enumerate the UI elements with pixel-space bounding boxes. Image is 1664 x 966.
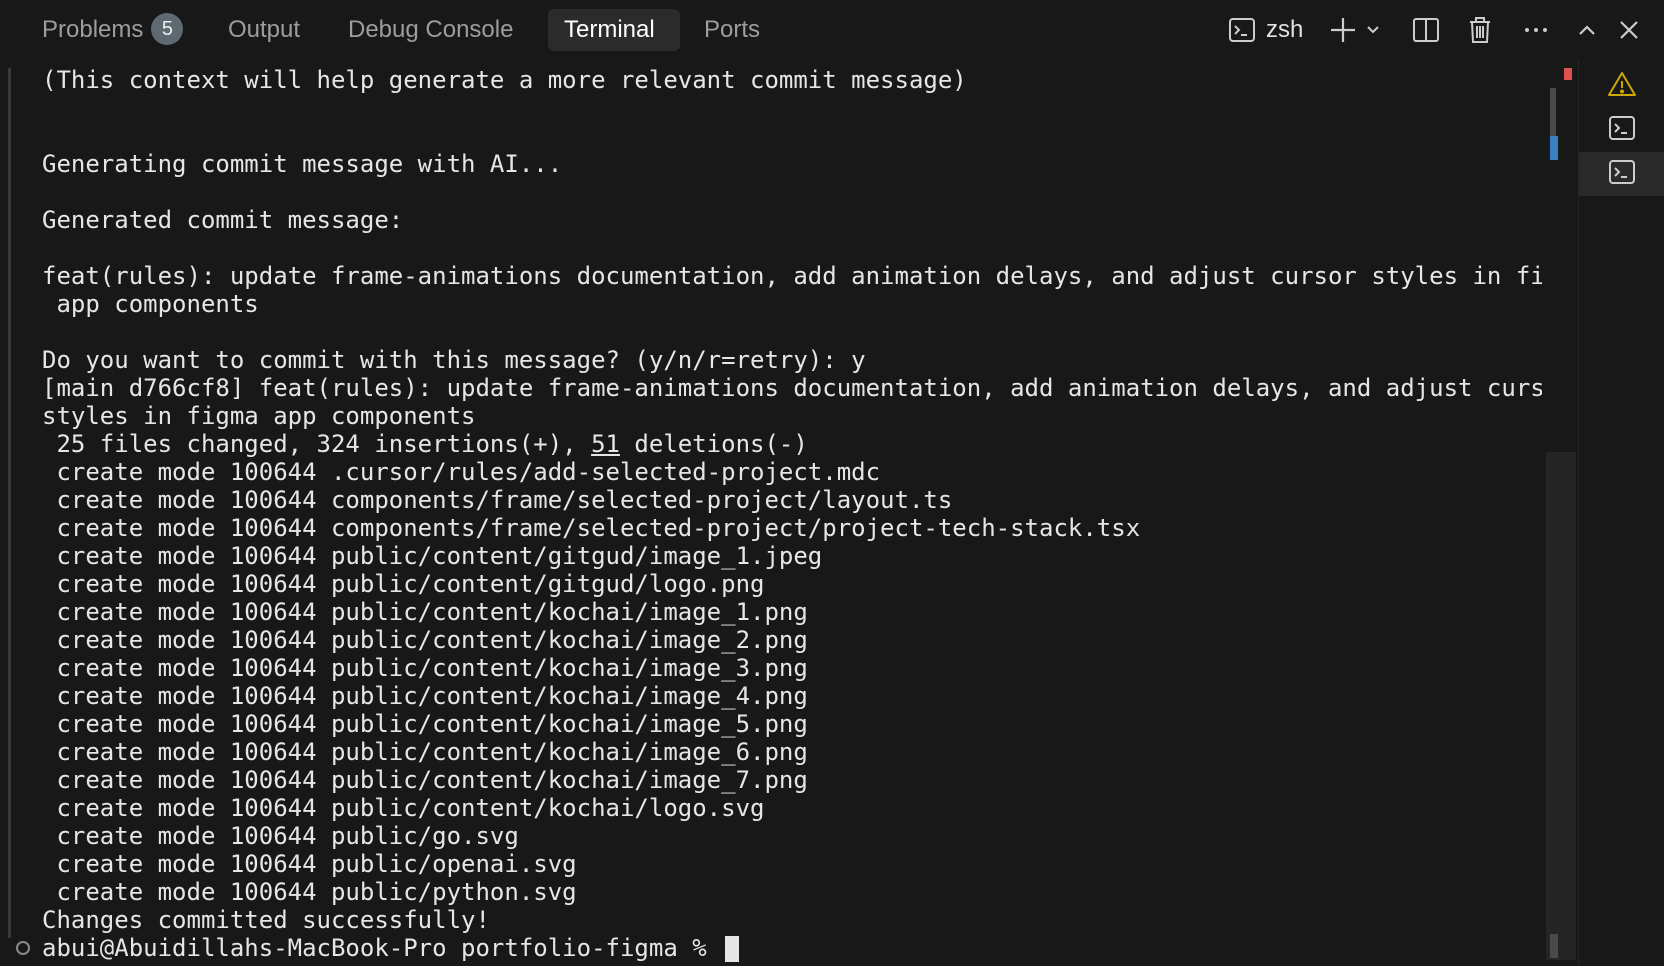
chevron-down-icon bbox=[1366, 25, 1380, 35]
new-terminal-button[interactable] bbox=[1326, 12, 1360, 48]
plus-icon bbox=[1329, 16, 1357, 44]
split-icon bbox=[1412, 17, 1440, 43]
overview-error-marker bbox=[1564, 68, 1572, 80]
tab-output[interactable]: Output bbox=[228, 9, 300, 51]
shell-name: zsh bbox=[1266, 16, 1304, 43]
create-mode-line: create mode 100644 public/content/kochai… bbox=[42, 766, 808, 794]
kill-terminal-button[interactable] bbox=[1462, 12, 1498, 48]
terminal-tab-1[interactable] bbox=[1579, 108, 1664, 152]
maximize-panel-button[interactable] bbox=[1572, 12, 1602, 48]
terminal-tabs-list bbox=[1578, 60, 1664, 966]
stat-line: 25 files changed, 324 insertions(+), 51 … bbox=[42, 430, 1542, 458]
create-mode-line: create mode 100644 public/content/kochai… bbox=[42, 682, 808, 710]
terminal-tab-2[interactable] bbox=[1579, 152, 1664, 196]
create-mode-line: create mode 100644 public/content/kochai… bbox=[42, 738, 808, 766]
tab-ports-label: Ports bbox=[704, 16, 761, 43]
close-panel-button[interactable] bbox=[1614, 12, 1644, 48]
create-mode-line: create mode 100644 public/content/gitgud… bbox=[42, 542, 823, 570]
terminal-icon bbox=[1228, 17, 1256, 43]
warning-icon bbox=[1607, 70, 1637, 103]
create-mode-line: create mode 100644 public/python.svg bbox=[42, 878, 577, 906]
more-actions-button[interactable] bbox=[1518, 12, 1554, 48]
terminal-line: styles in figma app components bbox=[42, 402, 476, 430]
tab-problems[interactable]: Problems 5 bbox=[42, 9, 184, 51]
create-mode-line: create mode 100644 public/openai.svg bbox=[42, 850, 577, 878]
terminal-line: Generated commit message: bbox=[42, 206, 404, 234]
terminal-line: [main d766cf8] feat(rules): update frame… bbox=[42, 374, 1542, 402]
ellipsis-icon bbox=[1524, 27, 1548, 33]
overview-ruler-marker bbox=[1550, 934, 1558, 958]
terminal-tab-task[interactable] bbox=[1579, 64, 1664, 108]
create-mode-line: create mode 100644 public/content/kochai… bbox=[42, 654, 808, 682]
terminal-gutter bbox=[8, 68, 11, 938]
scrollbar-thumb[interactable] bbox=[1546, 452, 1576, 960]
stat-prefix: 25 files changed, 324 insertions(+), bbox=[42, 430, 592, 458]
problems-count-badge: 5 bbox=[151, 12, 184, 45]
panel-tab-bar: Problems 5 Output Debug Console Terminal … bbox=[0, 0, 1664, 60]
success-message: Changes committed successfully! bbox=[42, 906, 490, 934]
shell-selector[interactable]: zsh bbox=[1228, 12, 1328, 48]
create-mode-line: create mode 100644 .cursor/rules/add-sel… bbox=[42, 458, 881, 486]
stat-suffix: deletions(-) bbox=[619, 430, 808, 458]
create-mode-line: create mode 100644 components/frame/sele… bbox=[42, 486, 953, 514]
split-terminal-button[interactable] bbox=[1408, 12, 1444, 48]
create-mode-line: create mode 100644 public/content/kochai… bbox=[42, 794, 765, 822]
create-mode-line: create mode 100644 public/content/gitgud… bbox=[42, 570, 765, 598]
terminal-line: Generating commit message with AI... bbox=[42, 150, 563, 178]
shell-prompt: abui@Abuidillahs-MacBook-Pro portfolio-f… bbox=[42, 934, 722, 962]
tab-debug-console[interactable]: Debug Console bbox=[348, 9, 513, 51]
create-mode-line: create mode 100644 public/go.svg bbox=[42, 822, 519, 850]
terminal-icon bbox=[1608, 115, 1636, 146]
prompt-line[interactable]: abui@Abuidillahs-MacBook-Pro portfolio-f… bbox=[42, 934, 1542, 962]
terminal-line: Do you want to commit with this message?… bbox=[42, 346, 866, 374]
chevron-up-icon bbox=[1578, 24, 1596, 36]
terminal-icon bbox=[1608, 159, 1636, 190]
create-mode-line: create mode 100644 public/content/kochai… bbox=[42, 626, 808, 654]
command-decoration-icon[interactable] bbox=[16, 941, 30, 955]
deletions-count: 51 bbox=[591, 430, 620, 458]
launch-profile-dropdown[interactable] bbox=[1362, 12, 1384, 48]
tab-debug-console-label: Debug Console bbox=[348, 16, 514, 43]
tab-output-label: Output bbox=[228, 16, 301, 43]
overview-info-marker bbox=[1550, 136, 1558, 160]
close-icon bbox=[1619, 20, 1639, 40]
create-mode-line: create mode 100644 components/frame/sele… bbox=[42, 514, 1141, 542]
tab-problems-label: Problems bbox=[42, 16, 144, 43]
terminal-line: app components bbox=[42, 290, 259, 318]
tab-terminal-label: Terminal bbox=[564, 16, 655, 43]
terminal-line: (This context will help generate a more … bbox=[42, 66, 967, 94]
text-cursor bbox=[725, 936, 740, 962]
tab-terminal[interactable]: Terminal bbox=[548, 9, 680, 51]
terminal-line: feat(rules): update frame-animations doc… bbox=[42, 262, 1542, 290]
create-mode-line: create mode 100644 public/content/kochai… bbox=[42, 598, 808, 626]
terminal-output[interactable]: (This context will help generate a more … bbox=[42, 66, 1542, 966]
trash-icon bbox=[1468, 16, 1492, 44]
create-mode-line: create mode 100644 public/content/kochai… bbox=[42, 710, 808, 738]
tab-ports[interactable]: Ports bbox=[704, 9, 760, 51]
